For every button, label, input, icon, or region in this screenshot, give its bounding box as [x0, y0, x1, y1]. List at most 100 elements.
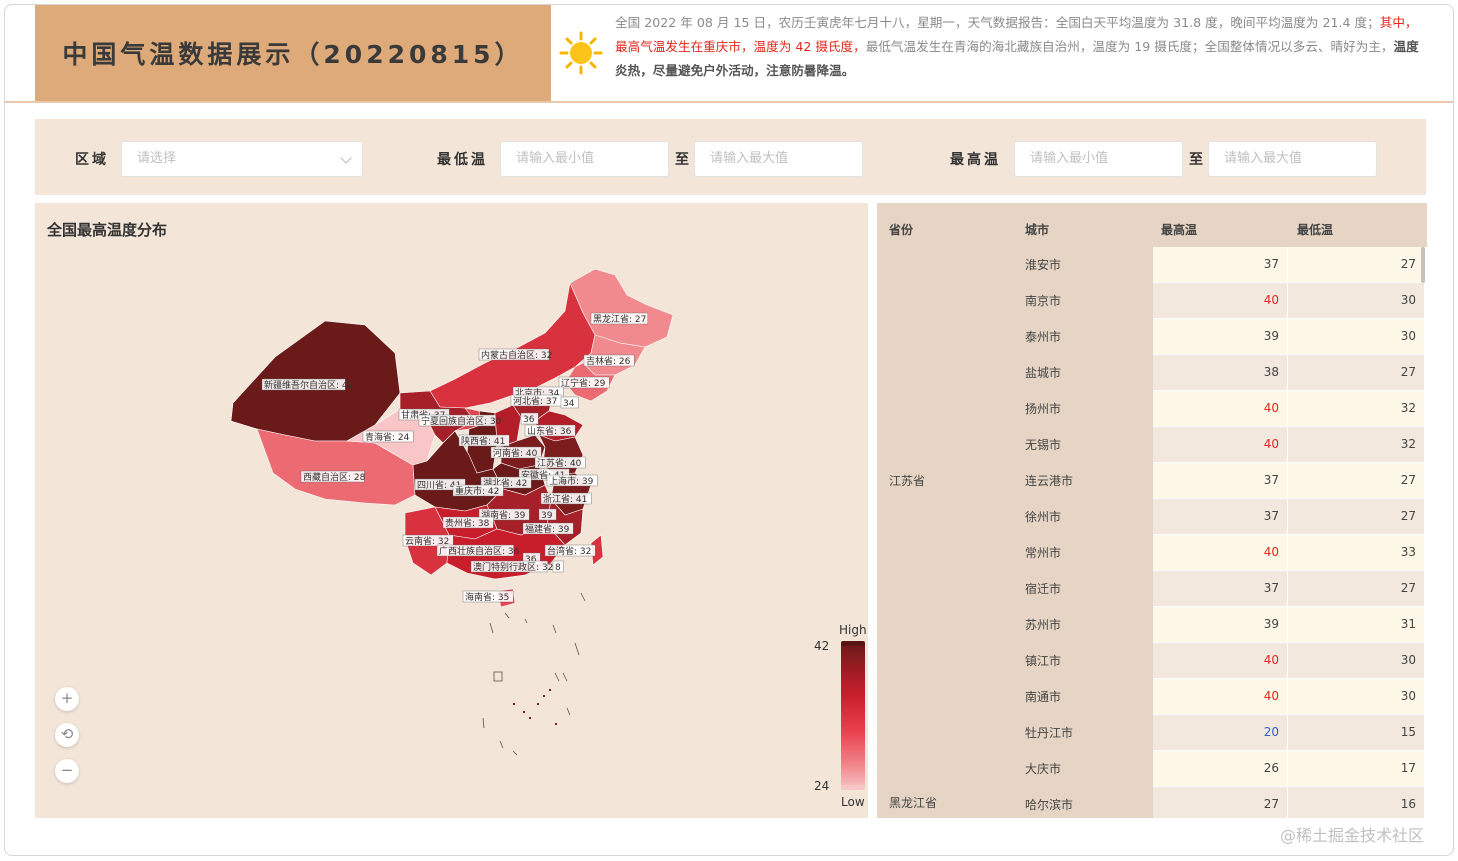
column-header[interactable]: 城市: [1025, 221, 1049, 238]
region-label: 区域: [75, 152, 109, 168]
min-temp-cell: 33: [1288, 535, 1424, 570]
table-row[interactable]: 扬州市 40 32: [877, 391, 1427, 427]
table-scrollbar[interactable]: [1421, 247, 1425, 283]
max-temp-cell: 40: [1153, 643, 1287, 678]
max-temp-to-label: 至: [1189, 152, 1203, 168]
max-temp-cell: 40: [1153, 535, 1287, 570]
max-temp-cell: 37: [1153, 571, 1287, 606]
table-row[interactable]: 牡丹江市 20 15: [877, 715, 1427, 751]
city-temp-table: 省份 城市 最高温 最低温 淮安市 37 27 南京市 40 30 泰州市 39 30 盐城市 38…: [877, 203, 1427, 818]
min-temp-cell: 31: [1288, 607, 1424, 642]
table-row[interactable]: 无锡市 40 32: [877, 427, 1427, 463]
map-label: 陕西省: 41: [461, 435, 505, 447]
watermark: @稀土掘金技术社区: [1280, 826, 1425, 845]
min-temp-cell: 27: [1288, 499, 1424, 534]
max-temp-cell: 37: [1153, 463, 1287, 498]
min-temp-from-input[interactable]: 请输入最小值: [500, 141, 669, 177]
max-temp-from-placeholder: 请输入最小值: [1030, 151, 1109, 166]
min-temp-cell: 30: [1288, 679, 1424, 714]
city-cell: 常州市: [1025, 546, 1062, 560]
region-select-placeholder: 请选择: [137, 151, 177, 166]
city-cell: 扬州市: [1025, 402, 1062, 416]
province-cell: 黑龙江省: [889, 796, 938, 810]
map-label: 新疆维吾尔自治区: 41: [264, 379, 353, 391]
city-cell: 大庆市: [1025, 762, 1062, 776]
city-cell: 宿迁市: [1025, 582, 1062, 596]
min-temp-to-label: 至: [675, 152, 689, 168]
max-temp-to-input[interactable]: 请输入最大值: [1208, 141, 1377, 177]
table-row[interactable]: 南通市 40 30: [877, 679, 1427, 715]
legend-high-label: High: [839, 623, 867, 637]
map-label: 澳门特别行政区: 32: [473, 561, 553, 573]
table-row[interactable]: 常州市 40 33: [877, 535, 1427, 571]
report-text: 最低气温发生在青海的海北藏族自治州，温度为 19 摄氏度；全国整体情况以多云、晴…: [865, 39, 1394, 54]
map-label: 上海市: 39: [549, 475, 594, 487]
column-header[interactable]: 最低温: [1297, 221, 1333, 238]
china-map[interactable]: 黑龙江省: 27 内蒙古自治区: 32 吉林省: 26 新疆维吾尔自治区: 41 辽宁省…: [35, 203, 868, 818]
legend-handle-bottom[interactable]: [841, 785, 865, 790]
table-row[interactable]: 淮安市 37 27: [877, 247, 1427, 283]
weather-report: 全国 2022 年 08 月 15 日，农历壬寅虎年七月十八，星期一，天气数据报…: [615, 11, 1427, 83]
map-label: 重庆市: 42: [455, 485, 499, 497]
max-temp-cell: 26: [1153, 751, 1287, 786]
min-temp-cell: 30: [1288, 283, 1424, 318]
column-header[interactable]: 省份: [889, 221, 913, 238]
table-row[interactable]: 泰州市 39 30: [877, 319, 1427, 355]
region-select[interactable]: 请选择: [121, 141, 363, 177]
table-row[interactable]: 苏州市 39 31: [877, 607, 1427, 643]
map-label: 辽宁省: 29: [561, 377, 606, 389]
max-temp-cell: 20: [1153, 715, 1287, 750]
table-row[interactable]: 南京市 40 30: [877, 283, 1427, 319]
map-label: 34: [563, 399, 575, 409]
south-sea-islands: [482, 592, 586, 756]
min-temp-from-placeholder: 请输入最小值: [516, 151, 595, 166]
city-cell: 苏州市: [1025, 618, 1062, 632]
table-row[interactable]: 徐州市 37 27: [877, 499, 1427, 535]
zoom-in-button[interactable]: +: [55, 687, 79, 711]
city-cell: 镇江市: [1025, 654, 1062, 668]
table-row[interactable]: 宿迁市 37 27: [877, 571, 1427, 607]
table-row[interactable]: 镇江市 40 30: [877, 643, 1427, 679]
min-temp-cell: 17: [1288, 751, 1424, 786]
min-temp-cell: 30: [1288, 643, 1424, 678]
max-temp-cell: 37: [1153, 247, 1287, 282]
table-row[interactable]: 连云港市 37 27: [877, 463, 1427, 499]
max-temp-cell: 39: [1153, 607, 1287, 642]
min-temp-cell: 30: [1288, 319, 1424, 354]
min-temp-cell: 27: [1288, 571, 1424, 606]
min-temp-to-input[interactable]: 请输入最大值: [694, 141, 863, 177]
map-label: 山东省: 36: [527, 425, 572, 437]
max-temp-from-input[interactable]: 请输入最小值: [1014, 141, 1183, 177]
city-cell: 无锡市: [1025, 438, 1062, 452]
max-temp-cell: 40: [1153, 391, 1287, 426]
min-temp-label: 最低温: [437, 152, 488, 168]
column-header[interactable]: 最高温: [1161, 221, 1197, 238]
max-temp-cell: 40: [1153, 427, 1287, 462]
max-temp-cell: 39: [1153, 319, 1287, 354]
city-cell: 南京市: [1025, 294, 1062, 308]
min-temp-cell: 27: [1288, 463, 1424, 498]
min-temp-cell: 27: [1288, 247, 1424, 282]
city-cell: 盐城市: [1025, 366, 1062, 380]
legend-gradient-bar[interactable]: [841, 643, 865, 789]
map-label: 西藏自治区: 28: [303, 471, 366, 483]
legend-min-value: 24: [814, 779, 830, 793]
legend-max-value: 42: [814, 639, 830, 653]
table-body: 淮安市 37 27 南京市 40 30 泰州市 39 30 盐城市 38 27 扬州市 40 32 无锡市 40…: [877, 247, 1427, 818]
max-temp-to-placeholder: 请输入最大值: [1224, 151, 1303, 166]
table-row[interactable]: 大庆市 26 17: [877, 751, 1427, 787]
map-label: 广西壮族自治区: 36: [439, 545, 520, 557]
zoom-reset-button[interactable]: ⟲: [55, 723, 79, 747]
table-row[interactable]: 哈尔滨市 27 16: [877, 787, 1427, 818]
city-cell: 南通市: [1025, 690, 1062, 704]
city-cell: 淮安市: [1025, 258, 1062, 272]
map-label: 8: [555, 563, 561, 573]
zoom-out-button[interactable]: −: [55, 759, 79, 783]
map-label: 贵州省: 38: [445, 517, 490, 529]
map-label: 河北省: 37: [513, 395, 557, 407]
sun-icon: [559, 31, 603, 75]
legend-handle-top[interactable]: [841, 641, 865, 646]
table-row[interactable]: 盐城市 38 27: [877, 355, 1427, 391]
map-label: 吉林省: 26: [586, 355, 631, 367]
min-temp-cell: 32: [1288, 427, 1424, 462]
